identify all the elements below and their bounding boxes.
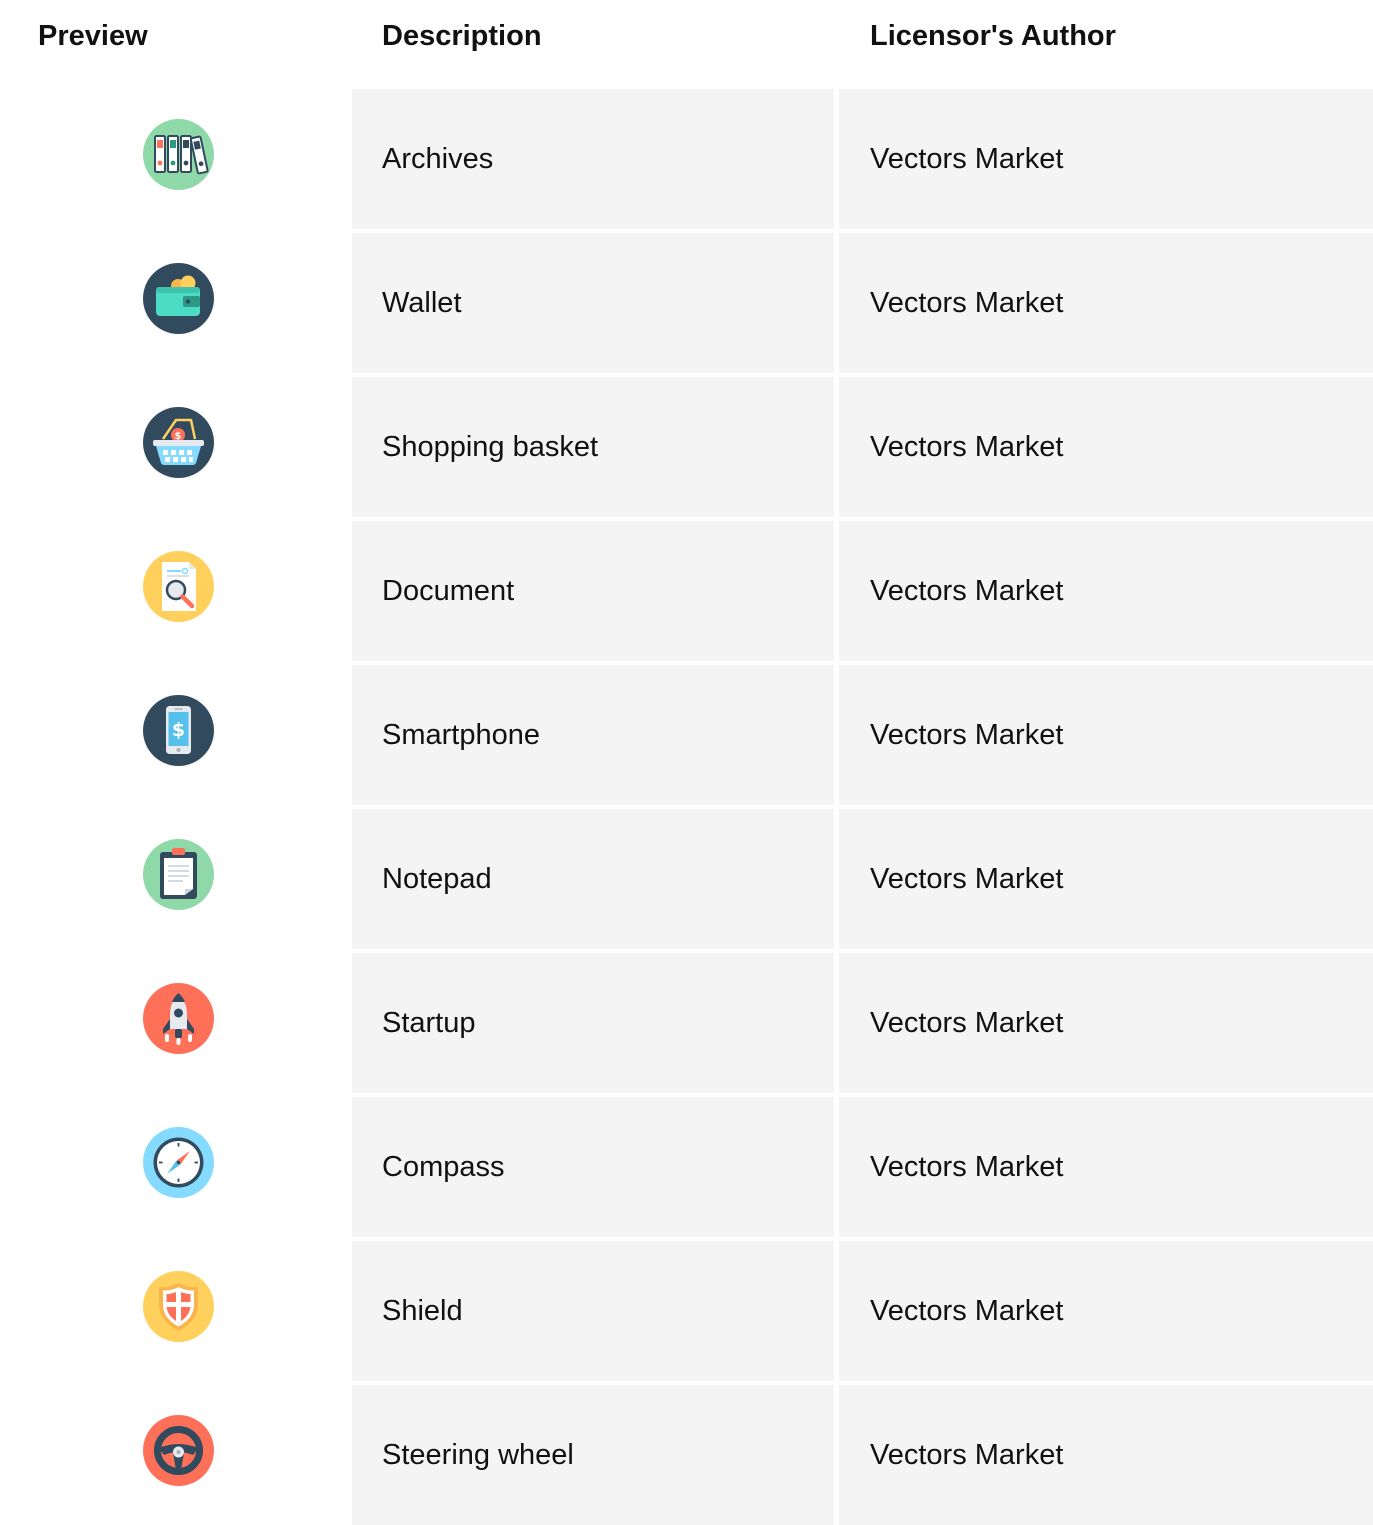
shopping-basket-icon: $ — [143, 407, 214, 478]
author-cell: Vectors Market — [839, 89, 1373, 229]
author-text: Vectors Market — [870, 863, 1064, 895]
author-text: Vectors Market — [870, 719, 1064, 751]
description-text: Wallet — [382, 287, 462, 319]
description-text: Startup — [382, 1007, 476, 1039]
author-text: Vectors Market — [870, 1007, 1064, 1039]
author-cell: Vectors Market — [839, 233, 1373, 373]
preview-cell: $ — [0, 665, 352, 805]
preview-cell — [0, 1385, 352, 1525]
preview-cell — [0, 521, 352, 661]
header-description: Description — [382, 20, 542, 52]
author-cell: Vectors Market — [839, 1241, 1373, 1381]
author-text: Vectors Market — [870, 143, 1064, 175]
author-cell: Vectors Market — [839, 665, 1373, 805]
preview-cell — [0, 1097, 352, 1237]
table-header: Preview Description Licensor's Author — [0, 0, 1373, 72]
table-row: $ Shopping basket Vectors Market — [0, 377, 1373, 517]
preview-cell — [0, 89, 352, 229]
description-cell: Startup — [352, 953, 834, 1093]
description-text: Archives — [382, 143, 494, 175]
description-text: Notepad — [382, 863, 492, 895]
table-body: Archives Vectors Market Wallet Vectors M… — [0, 89, 1373, 1525]
author-cell: Vectors Market — [839, 953, 1373, 1093]
wallet-icon — [143, 263, 214, 334]
preview-cell — [0, 233, 352, 373]
author-text: Vectors Market — [870, 431, 1064, 463]
table-row: Archives Vectors Market — [0, 89, 1373, 229]
description-cell: Notepad — [352, 809, 834, 949]
description-cell: Wallet — [352, 233, 834, 373]
startup-icon — [143, 983, 214, 1054]
description-cell: Shopping basket — [352, 377, 834, 517]
description-text: Shield — [382, 1295, 463, 1327]
table-row: $ Smartphone Vectors Market — [0, 665, 1373, 805]
archives-icon — [143, 119, 214, 190]
shield-icon — [143, 1271, 214, 1342]
author-text: Vectors Market — [870, 575, 1064, 607]
description-cell: Shield — [352, 1241, 834, 1381]
description-cell: Archives — [352, 89, 834, 229]
header-author: Licensor's Author — [870, 20, 1116, 52]
table-row: Wallet Vectors Market — [0, 233, 1373, 373]
table-row: Startup Vectors Market — [0, 953, 1373, 1093]
author-text: Vectors Market — [870, 287, 1064, 319]
smartphone-icon: $ — [143, 695, 214, 766]
author-text: Vectors Market — [870, 1295, 1064, 1327]
author-cell: Vectors Market — [839, 1097, 1373, 1237]
description-text: Steering wheel — [382, 1439, 574, 1471]
description-cell: Compass — [352, 1097, 834, 1237]
author-cell: Vectors Market — [839, 521, 1373, 661]
author-cell: Vectors Market — [839, 1385, 1373, 1525]
description-text: Document — [382, 575, 515, 607]
table-row: Shield Vectors Market — [0, 1241, 1373, 1381]
table-row: Notepad Vectors Market — [0, 809, 1373, 949]
header-preview: Preview — [38, 20, 148, 52]
author-cell: Vectors Market — [839, 377, 1373, 517]
document-icon — [143, 551, 214, 622]
preview-cell — [0, 1241, 352, 1381]
description-text: Compass — [382, 1151, 505, 1183]
description-text: Shopping basket — [382, 431, 599, 463]
author-text: Vectors Market — [870, 1151, 1064, 1183]
table-row: Document Vectors Market — [0, 521, 1373, 661]
preview-cell — [0, 953, 352, 1093]
description-text: Smartphone — [382, 719, 540, 751]
description-cell: Document — [352, 521, 834, 661]
svg-text:$: $ — [172, 719, 185, 741]
preview-cell: $ — [0, 377, 352, 517]
steering-wheel-icon — [143, 1415, 214, 1486]
author-cell: Vectors Market — [839, 809, 1373, 949]
preview-cell — [0, 809, 352, 949]
table-row: Steering wheel Vectors Market — [0, 1385, 1373, 1525]
description-cell: Steering wheel — [352, 1385, 834, 1525]
notepad-icon — [143, 839, 214, 910]
table-row: Compass Vectors Market — [0, 1097, 1373, 1237]
description-cell: Smartphone — [352, 665, 834, 805]
compass-icon — [143, 1127, 214, 1198]
author-text: Vectors Market — [870, 1439, 1064, 1471]
